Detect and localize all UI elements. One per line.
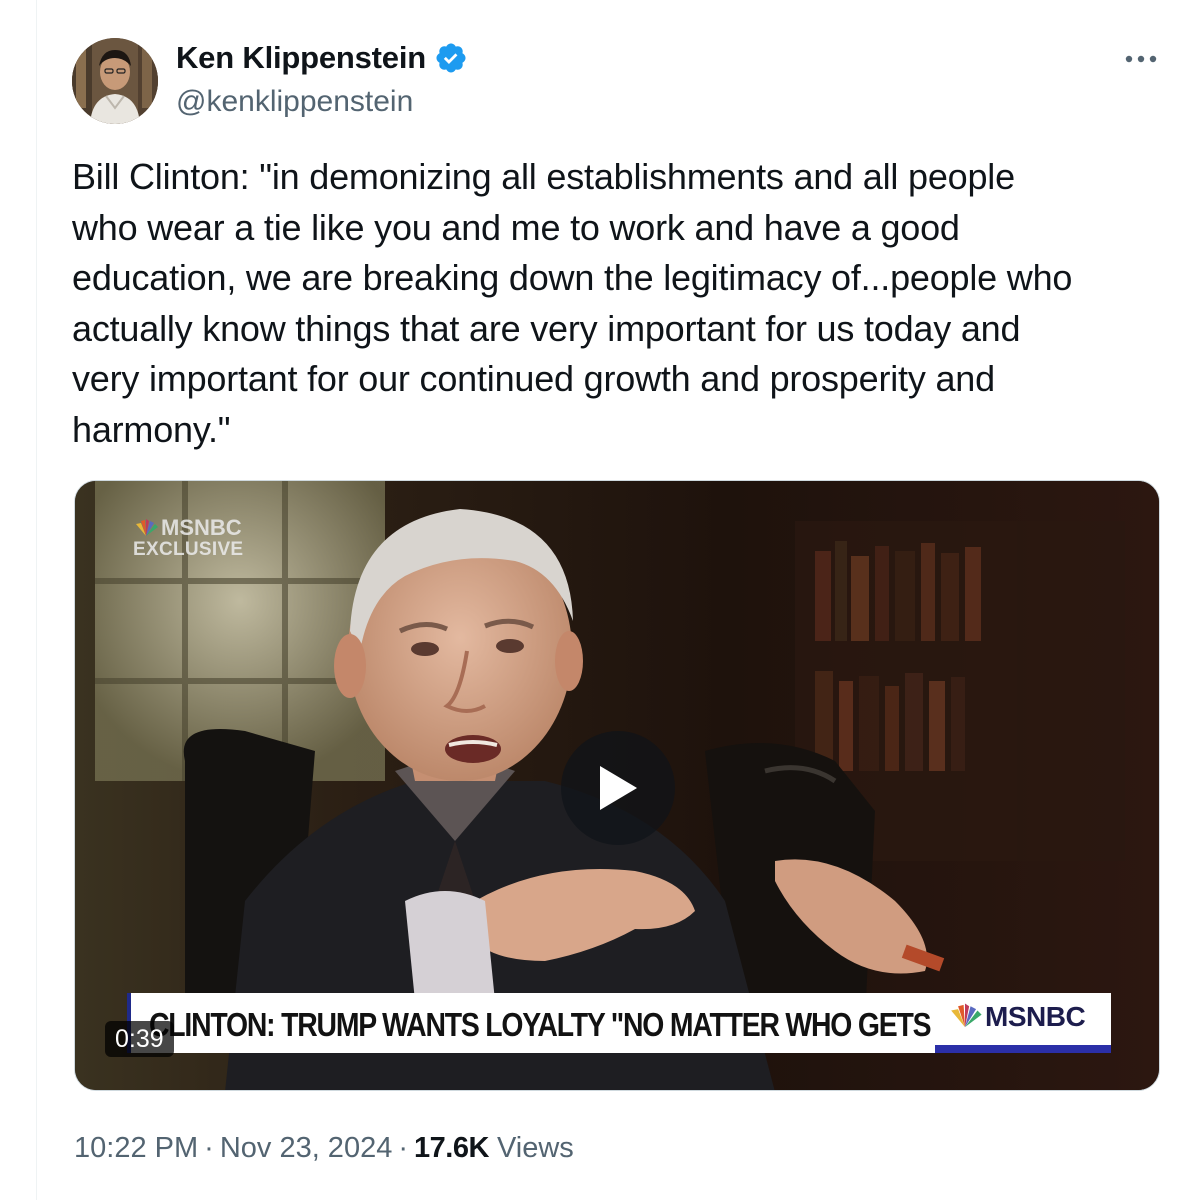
tweet-time[interactable]: 10:22 PM: [74, 1132, 198, 1164]
nbc-peacock-icon: [951, 1003, 982, 1028]
timeline-divider: [36, 0, 37, 1200]
video-player[interactable]: MSNBC EXCLUSIVE CLINTON: TRUMP WANTS LOY…: [74, 480, 1160, 1091]
author-handle[interactable]: @kenklippenstein: [176, 82, 413, 122]
meta-separator: ·: [398, 1132, 408, 1164]
chyron-headline: CLINTON: TRUMP WANTS LOYALTY "NO MATTER …: [149, 1006, 935, 1043]
chyron-logo: MSNBC: [935, 993, 1111, 1053]
tweet-date[interactable]: Nov 23, 2024: [220, 1132, 393, 1164]
msnbc-exclusive-bug: MSNBC EXCLUSIVE: [133, 517, 243, 561]
author-name-row[interactable]: Ken Klippenstein: [176, 38, 468, 78]
meta-separator: ·: [204, 1132, 214, 1164]
bug-exclusive: EXCLUSIVE: [133, 539, 244, 560]
bug-brand: MSNBC: [161, 515, 242, 540]
nbc-peacock-icon: [136, 519, 158, 536]
chyron-bar: CLINTON: TRUMP WANTS LOYALTY "NO MATTER …: [127, 993, 935, 1053]
tweet-card: Ken Klippenstein @kenklippenstein Bill C…: [0, 0, 1192, 1200]
author-display-name[interactable]: Ken Klippenstein: [176, 38, 426, 78]
views-label: Views: [496, 1132, 574, 1164]
verified-badge-icon[interactable]: [434, 41, 468, 75]
play-button[interactable]: [561, 731, 675, 845]
more-horizontal-icon[interactable]: [1118, 44, 1164, 74]
play-icon: [600, 766, 637, 810]
tweet-meta: 10:22 PM · Nov 23, 2024 · 17.6K Views: [74, 1128, 574, 1168]
chyron-logo-text: MSNBC: [985, 1001, 1086, 1032]
avatar[interactable]: [72, 38, 158, 124]
lower-third-chyron: CLINTON: TRUMP WANTS LOYALTY "NO MATTER …: [127, 993, 1111, 1053]
video-duration: 0:39: [105, 1021, 174, 1057]
avatar-image: [72, 38, 158, 124]
views-count[interactable]: 17.6K: [414, 1132, 489, 1164]
tweet-text: Bill Clinton: "in demonizing all establi…: [72, 156, 1073, 450]
